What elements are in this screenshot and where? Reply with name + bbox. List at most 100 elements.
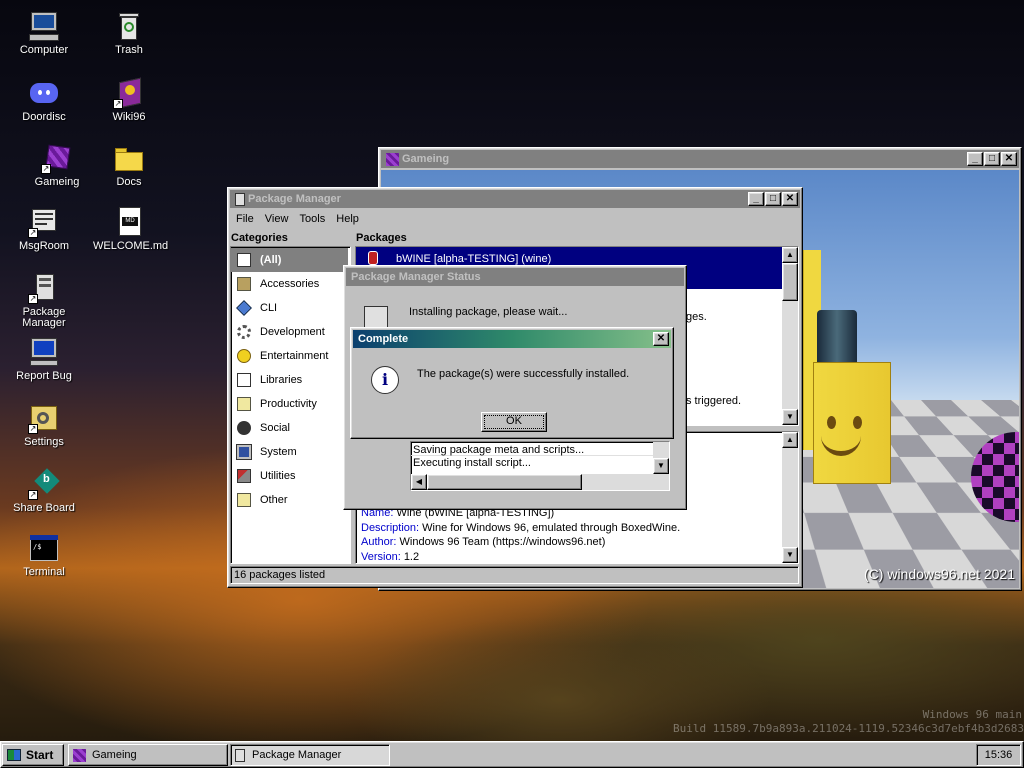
scroll-up-button[interactable]: ▲ bbox=[782, 247, 798, 263]
details-scrollbar[interactable]: ▲ ▼ bbox=[782, 432, 798, 563]
game-cube-icon bbox=[73, 748, 86, 762]
log-vscrollbar[interactable]: ▼ bbox=[653, 442, 669, 474]
smiley-box bbox=[813, 362, 891, 484]
menu-bar: File View Tools Help bbox=[230, 208, 800, 229]
complete-dialog-title: Complete bbox=[358, 333, 409, 345]
ok-button[interactable]: OK bbox=[481, 412, 547, 432]
category-other[interactable]: Other bbox=[231, 488, 350, 512]
package-manager-icon: ↗ bbox=[28, 272, 60, 304]
hscroll-thumb[interactable] bbox=[427, 474, 582, 490]
report-bug-icon bbox=[28, 336, 60, 368]
game-copyright: (C) windows96.net 2021 bbox=[864, 566, 1015, 582]
menu-help[interactable]: Help bbox=[332, 211, 363, 227]
desktop-icon-terminal[interactable]: /$ Terminal bbox=[8, 532, 80, 578]
start-button[interactable]: Start bbox=[2, 744, 64, 766]
category-accessories[interactable]: Accessories bbox=[231, 272, 350, 296]
scroll-down-button[interactable]: ▼ bbox=[653, 458, 669, 474]
utilities-icon bbox=[237, 469, 251, 483]
desktop-icon-settings[interactable]: ↗ Settings bbox=[8, 402, 80, 448]
msgroom-icon: ↗ bbox=[28, 206, 60, 238]
install-log: Saving package meta and scripts... Execu… bbox=[410, 441, 670, 491]
detail-description-label: Description: bbox=[361, 521, 420, 534]
clock[interactable]: 15:36 bbox=[976, 744, 1021, 766]
category-social[interactable]: Social bbox=[231, 416, 350, 440]
desktop-icon-docs[interactable]: Docs bbox=[93, 142, 165, 188]
watermark-line2: Build 11589.7b9a893a.211024-1119.52346c3… bbox=[673, 722, 1024, 735]
watermark-line1: Windows 96 main bbox=[922, 708, 1022, 721]
detail-description-value: Wine for Windows 96, emulated through Bo… bbox=[422, 521, 681, 534]
category-entertainment[interactable]: Entertainment bbox=[231, 344, 350, 368]
complete-dialog-titlebar[interactable]: Complete ✕ bbox=[353, 330, 671, 348]
menu-tools[interactable]: Tools bbox=[296, 211, 330, 227]
scroll-up-button[interactable]: ▲ bbox=[782, 432, 798, 448]
category-utilities[interactable]: Utilities bbox=[231, 464, 350, 488]
detail-version-label: Version: bbox=[361, 550, 401, 563]
package-manager-title: Package Manager bbox=[248, 193, 341, 205]
game-cube-icon bbox=[386, 152, 399, 166]
close-button[interactable]: ✕ bbox=[782, 192, 798, 206]
menu-file[interactable]: File bbox=[232, 211, 258, 227]
desktop-icon-doordisc[interactable]: Doordisc bbox=[8, 77, 80, 123]
log-line-2: Executing install script... bbox=[413, 457, 531, 469]
dark-barrel bbox=[817, 310, 857, 370]
status-dialog-title: Package Manager Status bbox=[351, 271, 481, 283]
category-cli[interactable]: CLI bbox=[231, 296, 350, 320]
category-all[interactable]: (All) bbox=[231, 248, 348, 272]
detail-version-value: 1.2 bbox=[403, 550, 420, 563]
complete-message: The package(s) were successfully install… bbox=[417, 368, 630, 380]
cli-diamond-icon bbox=[236, 300, 252, 316]
close-button[interactable]: ✕ bbox=[1001, 152, 1017, 166]
log-line-1: Saving package meta and scripts... bbox=[411, 442, 669, 456]
desktop-icon-trash[interactable]: Trash bbox=[93, 10, 165, 56]
desktop-icon-report-bug[interactable]: Report Bug bbox=[8, 336, 80, 382]
computer-icon bbox=[28, 10, 60, 42]
gears-icon bbox=[237, 325, 251, 339]
scroll-down-button[interactable]: ▼ bbox=[782, 409, 798, 425]
category-libraries[interactable]: Libraries bbox=[231, 368, 350, 392]
productivity-icon bbox=[237, 397, 251, 411]
trash-icon bbox=[113, 10, 145, 42]
desktop-icon-msgroom[interactable]: ↗ MsgRoom bbox=[8, 206, 80, 252]
packages-scrollbar[interactable]: ▲ ▼ bbox=[782, 247, 798, 425]
package-manager-icon bbox=[235, 748, 245, 762]
build-watermark: Windows 96 main Build 11589.7b9a893a.211… bbox=[673, 708, 1024, 736]
category-development[interactable]: Development bbox=[231, 320, 350, 344]
desktop-icon-wiki96[interactable]: ↗ Wiki96 bbox=[93, 77, 165, 123]
folder-icon bbox=[113, 142, 145, 174]
maximize-button[interactable]: □ bbox=[984, 152, 1000, 166]
minimize-button[interactable]: _ bbox=[748, 192, 764, 206]
smiley-eye-left bbox=[827, 416, 836, 429]
status-bar: 16 packages listed bbox=[230, 566, 799, 584]
categories-list: (All) Accessories CLI Development Entert… bbox=[230, 246, 351, 564]
status-message: Installing package, please wait... bbox=[409, 306, 568, 318]
menu-view[interactable]: View bbox=[261, 211, 293, 227]
library-icon bbox=[237, 373, 251, 387]
maximize-button[interactable]: □ bbox=[765, 192, 781, 206]
desktop-icon-package-manager[interactable]: ↗ Package Manager bbox=[8, 272, 80, 329]
package-manager-titlebar[interactable]: Package Manager _ □ ✕ bbox=[230, 190, 800, 208]
desktop-icon-share-board[interactable]: b ↗ Share Board bbox=[8, 468, 80, 514]
category-productivity[interactable]: Productivity bbox=[231, 392, 350, 416]
desktop-icon-welcome-md[interactable]: MD WELCOME.md bbox=[93, 206, 168, 252]
status-dialog-titlebar[interactable]: Package Manager Status bbox=[346, 268, 684, 286]
accessories-icon bbox=[237, 277, 251, 291]
desktop-icon-computer[interactable]: Computer bbox=[8, 10, 80, 56]
task-package-manager[interactable]: Package Manager bbox=[230, 744, 390, 766]
close-button[interactable]: ✕ bbox=[653, 332, 669, 346]
start-logo-icon bbox=[7, 749, 21, 761]
game-cube-icon: ↗ bbox=[41, 142, 73, 174]
discord-icon bbox=[28, 77, 60, 109]
task-gameing[interactable]: Gameing bbox=[68, 744, 228, 766]
log-hscrollbar[interactable]: ◀ bbox=[411, 474, 669, 490]
smiley-icon bbox=[237, 349, 251, 363]
scroll-down-button[interactable]: ▼ bbox=[782, 547, 798, 563]
scroll-left-button[interactable]: ◀ bbox=[411, 474, 427, 490]
gameing-titlebar[interactable]: Gameing _ □ ✕ bbox=[381, 150, 1019, 168]
scroll-thumb[interactable] bbox=[782, 263, 798, 301]
desktop-icon-gameing[interactable]: ↗ Gameing bbox=[21, 142, 93, 188]
minimize-button[interactable]: _ bbox=[967, 152, 983, 166]
wine-icon bbox=[368, 251, 378, 265]
category-system[interactable]: System bbox=[231, 440, 350, 464]
social-icon bbox=[237, 421, 251, 435]
gameing-title: Gameing bbox=[402, 153, 450, 165]
